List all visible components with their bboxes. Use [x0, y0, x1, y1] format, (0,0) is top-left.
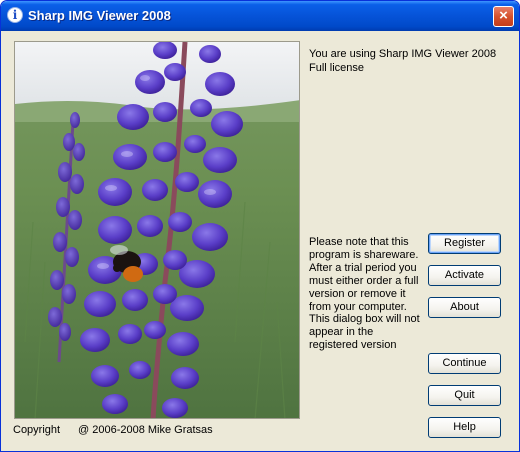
copyright-text: @ 2006-2008 Mike Gratsas — [78, 424, 213, 436]
help-button[interactable]: Help — [428, 417, 501, 438]
lupine-flower-photo — [14, 41, 300, 419]
register-button[interactable]: Register — [428, 233, 501, 254]
info-icon: i — [7, 7, 23, 23]
quit-button[interactable]: Quit — [428, 385, 501, 406]
activate-button[interactable]: Activate — [428, 265, 501, 286]
about-button[interactable]: About — [428, 297, 501, 318]
continue-button[interactable]: Continue — [428, 353, 501, 374]
title-bar[interactable]: i Sharp IMG Viewer 2008 × — [1, 1, 519, 31]
about-dialog-window: i Sharp IMG Viewer 2008 × You are using … — [0, 0, 520, 452]
shareware-notice-text: Please note that this program is sharewa… — [309, 236, 420, 352]
copyright-label: Copyright — [13, 424, 61, 436]
license-status-text: You are using Sharp IMG Viewer 2008 Full… — [309, 48, 497, 74]
close-icon: × — [499, 7, 508, 24]
close-button[interactable]: × — [493, 6, 514, 27]
window-title: Sharp IMG Viewer 2008 — [28, 8, 171, 23]
